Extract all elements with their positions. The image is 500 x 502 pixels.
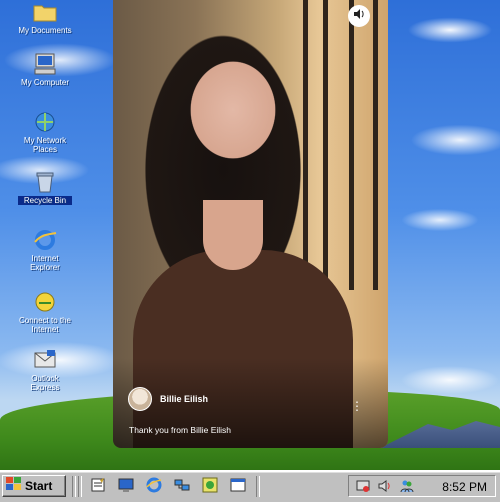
background-wood-stripe: [373, 0, 378, 290]
recycle-bin-icon: [32, 170, 58, 194]
mute-button[interactable]: [348, 5, 370, 27]
desktop-icon-label: Connect to the Internet: [18, 316, 72, 334]
internet-explorer-icon: [146, 477, 162, 498]
taskbar-separator: [78, 476, 82, 497]
video-player-card[interactable]: Billie Eilish ⋮ Thank you from Billie Ei…: [113, 0, 388, 448]
video-caption: Thank you from Billie Eilish: [129, 425, 232, 435]
network-icon: [174, 477, 190, 498]
folder-icon: [32, 0, 58, 24]
quick-launch-window[interactable]: [228, 477, 248, 497]
quick-launch-desktop[interactable]: [116, 477, 136, 497]
quick-launch-media[interactable]: [200, 477, 220, 497]
windows-logo-icon: [6, 476, 22, 496]
volume-icon[interactable]: [377, 478, 393, 494]
background-wood-stripe: [323, 0, 328, 290]
avatar[interactable]: [128, 387, 152, 411]
desktop-icon-network-places[interactable]: My Network Places: [18, 110, 72, 154]
quick-launch-notepad[interactable]: [88, 477, 108, 497]
users-icon[interactable]: [399, 478, 415, 494]
author-row[interactable]: Billie Eilish: [128, 387, 208, 411]
msn-icon: [32, 290, 58, 314]
desktop-icon-outlook-express[interactable]: Outlook Express: [18, 348, 72, 392]
taskbar: Start 8:52 PM: [0, 470, 500, 502]
desktop-icon-label: My Documents: [18, 26, 72, 35]
more-vertical-icon: ⋮: [351, 399, 363, 413]
start-button[interactable]: Start: [2, 475, 66, 497]
media-icon: [202, 477, 218, 498]
desktop-icon-label: Outlook Express: [30, 374, 60, 392]
author-name[interactable]: Billie Eilish: [160, 394, 208, 404]
monitor-icon: [118, 477, 134, 498]
desktop-icon-my-documents[interactable]: My Documents: [18, 0, 72, 35]
desktop-icon-label: My Computer: [20, 78, 69, 87]
clock[interactable]: 8:52 PM: [442, 480, 487, 494]
internet-explorer-icon: [32, 228, 58, 252]
computer-icon: [32, 52, 58, 76]
person-neck: [203, 200, 263, 270]
window-icon: [230, 477, 246, 498]
system-tray: 8:52 PM: [348, 475, 496, 497]
desktop-icon-label: My Network Places: [23, 136, 67, 154]
speaker-icon: [353, 7, 365, 25]
desktop-icon-label: Recycle Bin: [18, 196, 72, 205]
desktop-icon-label: Internet Explorer: [30, 254, 60, 272]
more-options-button[interactable]: ⋮: [351, 400, 363, 412]
desktop-icon-connect[interactable]: Connect to the Internet: [18, 290, 72, 334]
desktop-icon-internet-explorer[interactable]: Internet Explorer: [18, 228, 72, 272]
network-status-icon[interactable]: [355, 478, 371, 494]
taskbar-separator: [256, 476, 260, 497]
desktop-icon-recycle-bin[interactable]: Recycle Bin: [18, 170, 72, 205]
background-wood-stripe: [349, 0, 354, 290]
quick-launch-browser[interactable]: [144, 477, 164, 497]
desktop-icon-my-computer[interactable]: My Computer: [18, 52, 72, 87]
start-label: Start: [25, 479, 53, 493]
notepad-icon: [90, 477, 106, 498]
outlook-icon: [32, 348, 58, 372]
network-icon: [32, 110, 58, 134]
quick-launch-network[interactable]: [172, 477, 192, 497]
taskbar-separator: [72, 476, 76, 497]
background-wood-stripe: [303, 0, 308, 290]
